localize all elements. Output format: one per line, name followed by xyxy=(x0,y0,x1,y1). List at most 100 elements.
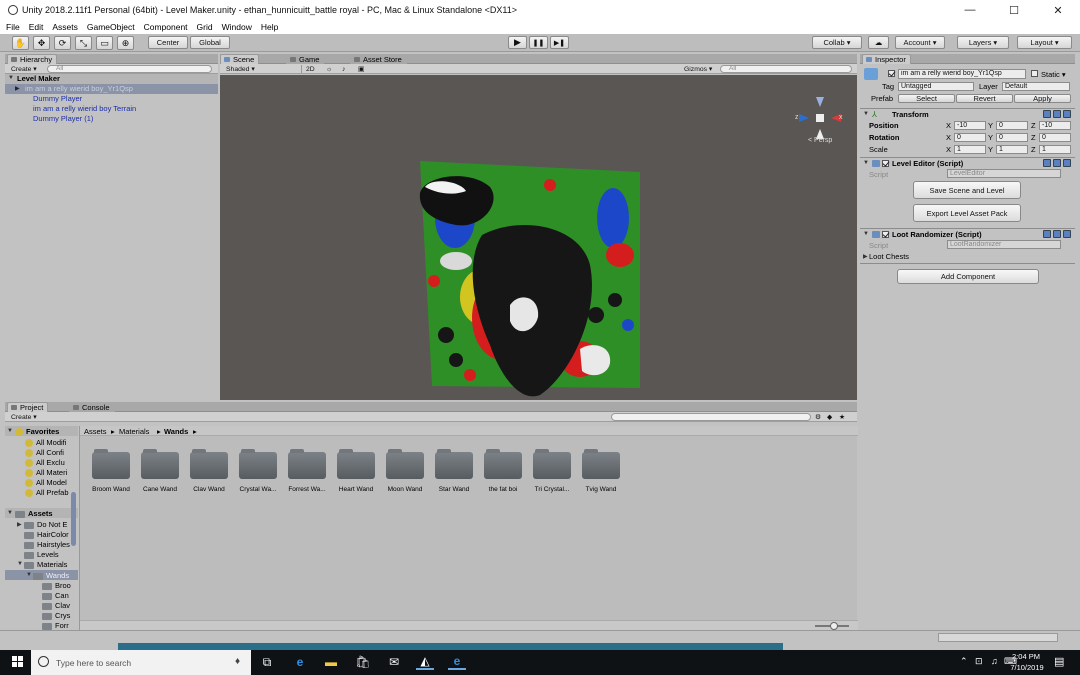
loot-chests-label[interactable]: Loot Chests xyxy=(869,252,909,261)
lighting-icon[interactable]: ☼ xyxy=(326,65,332,73)
folder-label[interactable]: Heart Wand xyxy=(330,486,382,493)
asset-folder[interactable]: Broo xyxy=(42,581,71,590)
menu-file[interactable]: File xyxy=(6,22,20,32)
tag-dropdown[interactable]: Untagged xyxy=(898,82,974,91)
rotation-x-input[interactable]: 0 xyxy=(954,133,986,142)
help-icon[interactable] xyxy=(1043,230,1051,238)
transform-fold-icon[interactable]: ▼ xyxy=(863,111,869,117)
mail-icon[interactable]: ✉ xyxy=(385,654,403,670)
folder-icon[interactable] xyxy=(533,449,571,479)
component-settings-icons[interactable] xyxy=(1043,159,1071,167)
asset-folder-selected[interactable]: Wands xyxy=(33,571,69,580)
menu-grid[interactable]: Grid xyxy=(197,22,213,32)
tab-hierarchy[interactable]: Hierarchy xyxy=(7,54,58,64)
preset-icon[interactable] xyxy=(1053,159,1061,167)
close-button[interactable]: ✕ xyxy=(1036,0,1080,20)
folder-label[interactable]: Forrest Wa... xyxy=(281,486,333,493)
breadcrumb-materials[interactable]: Materials xyxy=(119,427,149,436)
tab-project[interactable]: Project xyxy=(7,402,49,412)
favorite-item[interactable]: All Confi xyxy=(25,448,64,458)
asset-folder[interactable]: Forr xyxy=(42,621,69,630)
folder-icon[interactable] xyxy=(386,449,424,479)
taskbar-search-box[interactable]: Type here to search ♦ xyxy=(31,650,251,675)
account-dropdown[interactable]: Account ▾ xyxy=(895,36,945,49)
folder-icon[interactable] xyxy=(239,449,277,479)
asset-folder[interactable]: Clav xyxy=(42,601,70,610)
favorite-item[interactable]: All Exclu xyxy=(25,458,65,468)
folder-label[interactable]: Clav Wand xyxy=(183,486,235,493)
folder-label[interactable]: Star Wand xyxy=(428,486,480,493)
folder-icon[interactable] xyxy=(435,449,473,479)
asset-folder[interactable]: Can xyxy=(42,591,69,600)
asset-folder[interactable]: Crys xyxy=(42,611,70,620)
icon-size-slider-handle[interactable] xyxy=(830,622,838,630)
level-editor-fold-icon[interactable]: ▼ xyxy=(863,160,869,166)
scene-fold-icon[interactable]: ▼ xyxy=(8,75,14,81)
2d-toggle-button[interactable]: 2D xyxy=(306,65,315,73)
layer-dropdown[interactable]: Default xyxy=(1002,82,1070,91)
transform-tool-icon[interactable]: ⊕ xyxy=(117,36,134,50)
menu-window[interactable]: Window xyxy=(222,22,252,32)
folder-icon[interactable] xyxy=(582,449,620,479)
pivot-global-button[interactable]: Global xyxy=(190,36,230,49)
favorite-star-icon[interactable]: ★ xyxy=(839,413,845,421)
prefab-apply-button[interactable]: Apply xyxy=(1014,94,1071,103)
task-view-icon[interactable]: ⧉ xyxy=(258,654,276,670)
static-dropdown[interactable]: Static ▾ xyxy=(1041,70,1066,79)
pivot-center-button[interactable]: Center xyxy=(148,36,188,49)
store-icon[interactable]: 🛍 xyxy=(354,654,372,670)
pause-button[interactable]: ❚❚ xyxy=(529,36,548,49)
hierarchy-search-input[interactable]: All xyxy=(47,65,212,73)
export-asset-pack-button[interactable]: Export Level Asset Pack xyxy=(913,204,1021,222)
collab-dropdown[interactable]: Collab ▾ xyxy=(812,36,862,49)
audio-icon[interactable]: ♪ xyxy=(342,65,345,73)
project-create-button[interactable]: Create ▾ xyxy=(11,413,37,421)
scale-y-input[interactable]: 1 xyxy=(996,145,1028,154)
folder-label[interactable]: Broom Wand xyxy=(85,486,137,493)
hierarchy-item[interactable]: Dummy Player xyxy=(33,94,82,103)
menu-assets[interactable]: Assets xyxy=(52,22,78,32)
menu-edit[interactable]: Edit xyxy=(29,22,44,32)
folder-icon[interactable] xyxy=(288,449,326,479)
hand-tool-icon[interactable]: ✋ xyxy=(12,36,29,50)
network-icon[interactable]: ⊡ xyxy=(975,656,983,667)
component-settings-icons[interactable] xyxy=(1043,110,1071,118)
favorite-item[interactable]: All Model xyxy=(25,478,67,488)
position-x-input[interactable]: -10 xyxy=(954,121,986,130)
folder-icon[interactable] xyxy=(92,449,130,479)
favorites-header[interactable]: Favorites xyxy=(15,427,59,437)
shading-mode-dropdown[interactable]: Shaded ▾ xyxy=(226,65,302,73)
asset-folder[interactable]: HairColor xyxy=(24,530,69,539)
wands-fold-icon[interactable]: ▼ xyxy=(26,572,32,578)
favorite-item[interactable]: All Prefab xyxy=(25,488,69,498)
component-settings-icons[interactable] xyxy=(1043,230,1071,238)
volume-icon[interactable]: ♫ xyxy=(991,656,998,666)
minimize-button[interactable]: — xyxy=(948,0,992,20)
loot-enabled-checkbox[interactable] xyxy=(882,231,889,238)
scene-search-input[interactable]: All xyxy=(720,65,852,73)
microphone-icon[interactable]: ♦ xyxy=(235,656,240,667)
layers-dropdown[interactable]: Layers ▾ xyxy=(957,36,1009,49)
rotation-z-input[interactable]: 0 xyxy=(1039,133,1071,142)
tree-scrollbar[interactable] xyxy=(71,492,76,546)
folder-label[interactable]: Tvig Wand xyxy=(575,486,627,493)
loot-chests-fold-icon[interactable]: ▶ xyxy=(863,253,868,260)
save-scene-button[interactable]: Save Scene and Level xyxy=(913,181,1021,199)
loot-fold-icon[interactable]: ▼ xyxy=(863,231,869,237)
help-icon[interactable] xyxy=(1043,159,1051,167)
folder-icon[interactable] xyxy=(484,449,522,479)
edge-icon[interactable]: e xyxy=(291,654,309,670)
filter-type-icon[interactable]: ⚙ xyxy=(815,413,821,421)
folder-label[interactable]: Crystal Wa... xyxy=(232,486,284,493)
project-search-input[interactable] xyxy=(611,413,811,421)
effects-icon[interactable]: ▣ xyxy=(358,65,364,73)
cloud-icon[interactable]: ☁ xyxy=(868,36,889,49)
assets-fold-icon[interactable]: ▼ xyxy=(7,510,13,516)
rotate-tool-icon[interactable]: ⟳ xyxy=(54,36,71,50)
tab-asset-store[interactable]: Asset Store xyxy=(350,54,407,64)
menu-component[interactable]: Component xyxy=(144,22,188,32)
materials-fold-icon[interactable]: ▼ xyxy=(17,561,23,567)
favorite-item[interactable]: All Modifi xyxy=(25,438,66,448)
filter-label-icon[interactable]: ◆ xyxy=(827,413,832,421)
gear-icon[interactable] xyxy=(1063,230,1071,238)
